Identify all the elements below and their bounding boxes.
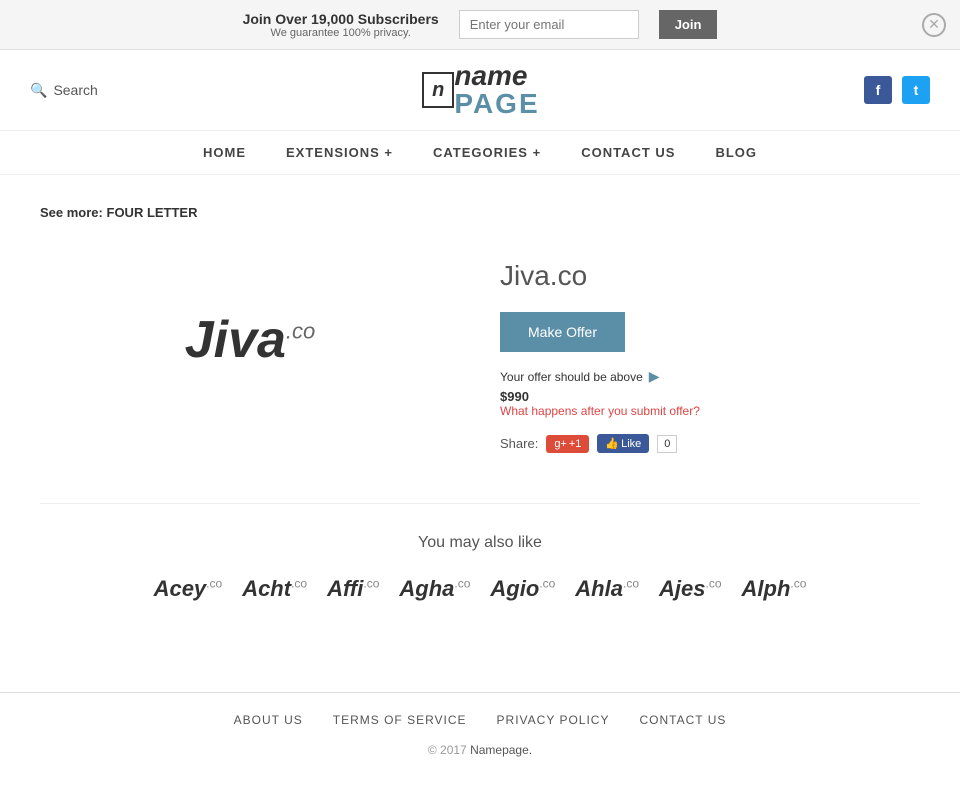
see-more-prefix: See more:: [40, 205, 103, 220]
footer-links: ABOUT US TERMS OF SERVICE PRIVACY POLICY CO…: [20, 713, 940, 727]
banner-main-text: Join Over 19,000 Subscribers: [243, 11, 439, 27]
footer-link[interactable]: CONTACT US: [639, 713, 726, 727]
domain-card[interactable]: Acht.co: [242, 576, 307, 602]
domain-card-tld: .co: [790, 577, 806, 591]
domain-card-tld: .co: [623, 577, 639, 591]
domain-logo-area: Jiva.co: [40, 240, 460, 440]
fb-thumb-icon: 👍: [605, 437, 619, 450]
domain-title: Jiva.co: [500, 260, 920, 292]
domain-card[interactable]: Alph.co: [742, 576, 807, 602]
join-button[interactable]: Join: [659, 10, 718, 39]
nav-blog[interactable]: BLOG: [715, 145, 757, 160]
domain-logo-main: Jiva: [185, 311, 286, 369]
logo-name: name: [454, 62, 539, 90]
domain-card-name: Agio.co: [490, 576, 555, 602]
domain-grid: Acey.co Acht.co Affi.co Agha.co Agio.co Ahla.…: [40, 576, 920, 602]
domain-section: Jiva.co Jiva.co Make Offer Your offer sh…: [40, 240, 920, 453]
offer-arrow: ▶: [649, 368, 660, 385]
also-like-section: You may also like Acey.coAcht.coAffi.coA…: [40, 503, 920, 602]
social-links: f t: [864, 76, 930, 104]
search-icon: 🔍: [30, 82, 47, 99]
main-nav: HOME EXTENSIONS + CATEGORIES + CONTACT U…: [0, 131, 960, 175]
footer-link[interactable]: ABOUT US: [234, 713, 303, 727]
offer-price: $990: [500, 389, 920, 404]
share-label: Share:: [500, 436, 538, 451]
search-trigger[interactable]: 🔍 Search: [30, 82, 98, 99]
share-row: Share: g+ +1 👍 Like 0: [500, 434, 920, 453]
domain-card[interactable]: Ahla.co: [575, 576, 639, 602]
domain-card-tld: .co: [363, 577, 379, 591]
nav-extensions[interactable]: EXTENSIONS +: [286, 145, 393, 160]
gplus-button[interactable]: g+ +1: [546, 435, 589, 453]
gplus-label: +1: [569, 438, 582, 450]
domain-logo-tld: .co: [286, 319, 315, 344]
domain-card-tld: .co: [705, 577, 721, 591]
make-offer-button[interactable]: Make Offer: [500, 312, 625, 352]
domain-card-name: Ajes.co: [659, 576, 722, 602]
fb-count: 0: [657, 435, 677, 453]
search-label: Search: [53, 82, 97, 98]
footer-copyright: © 2017 Namepage.: [20, 743, 940, 757]
offer-info-text: Your offer should be above ▶: [500, 368, 920, 385]
see-more: See more: FOUR LETTER: [40, 205, 920, 220]
banner-sub-text: We guarantee 100% privacy.: [243, 27, 439, 39]
nav-contact[interactable]: CONTACT US: [581, 145, 675, 160]
gplus-icon: g+: [554, 438, 567, 450]
email-input[interactable]: [459, 10, 639, 39]
also-like-title: You may also like: [40, 534, 920, 552]
logo-icon: n: [422, 72, 454, 108]
top-banner: Join Over 19,000 Subscribers We guarante…: [0, 0, 960, 50]
copyright-text: © 2017: [428, 743, 470, 757]
footer-link[interactable]: PRIVACY POLICY: [497, 713, 610, 727]
fb-like-label: Like: [621, 438, 641, 450]
domain-card-name: Ahla.co: [575, 576, 639, 602]
domain-card-name: Acht.co: [242, 576, 307, 602]
domain-info: Jiva.co Make Offer Your offer should be …: [500, 240, 920, 453]
footer: ABOUT US TERMS OF SERVICE PRIVACY POLICY CO…: [0, 692, 960, 777]
domain-card-tld: .co: [291, 577, 307, 591]
domain-card-name: Agha.co: [399, 576, 470, 602]
banner-text: Join Over 19,000 Subscribers We guarante…: [243, 11, 439, 39]
domain-card-tld: .co: [454, 577, 470, 591]
domain-card[interactable]: Agio.co: [490, 576, 555, 602]
domain-logo-text: Jiva.co: [185, 311, 316, 369]
offer-info-label: Your offer should be above: [500, 370, 643, 384]
domain-card-name: Acey.co: [154, 576, 223, 602]
domain-card-tld: .co: [206, 577, 222, 591]
facebook-icon[interactable]: f: [864, 76, 892, 104]
domain-card[interactable]: Affi.co: [327, 576, 379, 602]
domain-card-tld: .co: [539, 577, 555, 591]
footer-brand[interactable]: Namepage.: [470, 743, 532, 757]
logo-page: PAGE: [454, 90, 539, 118]
facebook-like-button[interactable]: 👍 Like: [597, 434, 649, 453]
main-content: See more: FOUR LETTER Jiva.co Jiva.co Ma…: [0, 175, 960, 632]
domain-card[interactable]: Acey.co: [154, 576, 223, 602]
domain-card[interactable]: Agha.co: [399, 576, 470, 602]
footer-link[interactable]: TERMS OF SERVICE: [333, 713, 467, 727]
domain-logo: Jiva.co: [185, 310, 316, 370]
what-happens-link[interactable]: What happens after you submit offer?: [500, 404, 920, 418]
logo-icon-letter: n: [432, 79, 444, 101]
domain-card-name: Alph.co: [742, 576, 807, 602]
see-more-link[interactable]: FOUR LETTER: [107, 205, 198, 220]
logo[interactable]: n name PAGE: [422, 62, 540, 118]
domain-card-name: Affi.co: [327, 576, 379, 602]
nav-categories[interactable]: CATEGORIES +: [433, 145, 541, 160]
domain-card[interactable]: Ajes.co: [659, 576, 722, 602]
header: 🔍 Search n name PAGE f t: [0, 50, 960, 131]
twitter-icon[interactable]: t: [902, 76, 930, 104]
nav-home[interactable]: HOME: [203, 145, 246, 160]
close-button[interactable]: ✕: [922, 13, 946, 37]
